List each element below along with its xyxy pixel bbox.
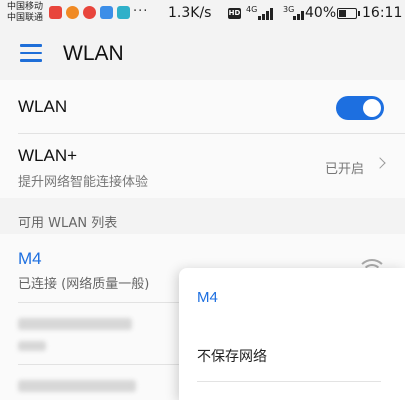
notification-icons bbox=[49, 6, 130, 19]
network-speed: 1.3K/s bbox=[168, 5, 212, 21]
divider bbox=[18, 133, 405, 134]
wlan-plus-status[interactable]: 已开启 bbox=[325, 158, 364, 177]
app-notification-icon bbox=[100, 6, 113, 19]
app-bar: WLAN bbox=[0, 31, 405, 79]
app-notification-icon bbox=[49, 6, 62, 19]
wlan-plus-label[interactable]: WLAN+ bbox=[18, 146, 77, 166]
network-list-header: 可用 WLAN 列表 bbox=[18, 216, 118, 231]
carrier-labels: 中国移动 中国联通 bbox=[7, 2, 43, 24]
signal-bars-icon bbox=[258, 8, 273, 20]
weibo-icon bbox=[66, 6, 79, 19]
status-bar: 中国移动 中国联通 ··· 1.3K/s HD 4G 3G 40% 16:11 bbox=[0, 0, 405, 31]
hamburger-menu-icon[interactable] bbox=[20, 44, 42, 62]
app-notification-icon bbox=[83, 6, 96, 19]
connected-network-name[interactable]: M4 bbox=[18, 249, 42, 269]
wlan-toggle-label: WLAN bbox=[18, 97, 68, 116]
blurred-network-name[interactable] bbox=[18, 318, 132, 330]
carrier-1: 中国移动 bbox=[7, 2, 44, 12]
page-title: WLAN bbox=[63, 42, 124, 65]
blurred-network-name[interactable] bbox=[18, 380, 136, 392]
carrier-2: 中国联通 bbox=[7, 13, 44, 23]
wlan-plus-description: 提升网络智能连接体验 bbox=[18, 175, 149, 190]
clock: 16:11 bbox=[362, 5, 403, 21]
battery-percent: 40% bbox=[305, 5, 337, 21]
hd-icon: HD bbox=[228, 8, 241, 19]
blurred-network-status bbox=[18, 341, 46, 351]
divider bbox=[197, 381, 381, 382]
more-notifications-icon: ··· bbox=[133, 4, 149, 19]
signal-bars-icon bbox=[293, 8, 304, 20]
network-context-menu: M4 不保存网络 bbox=[179, 268, 405, 400]
signal-4g-label: 4G bbox=[246, 5, 258, 14]
battery-icon bbox=[337, 8, 360, 19]
forget-network-option[interactable]: 不保存网络 bbox=[197, 346, 267, 366]
wlan-toggle-switch[interactable] bbox=[336, 96, 384, 120]
send-icon bbox=[117, 6, 130, 19]
context-menu-title: M4 bbox=[197, 289, 218, 306]
connected-network-status: 已连接 (网络质量一般) bbox=[18, 277, 150, 292]
